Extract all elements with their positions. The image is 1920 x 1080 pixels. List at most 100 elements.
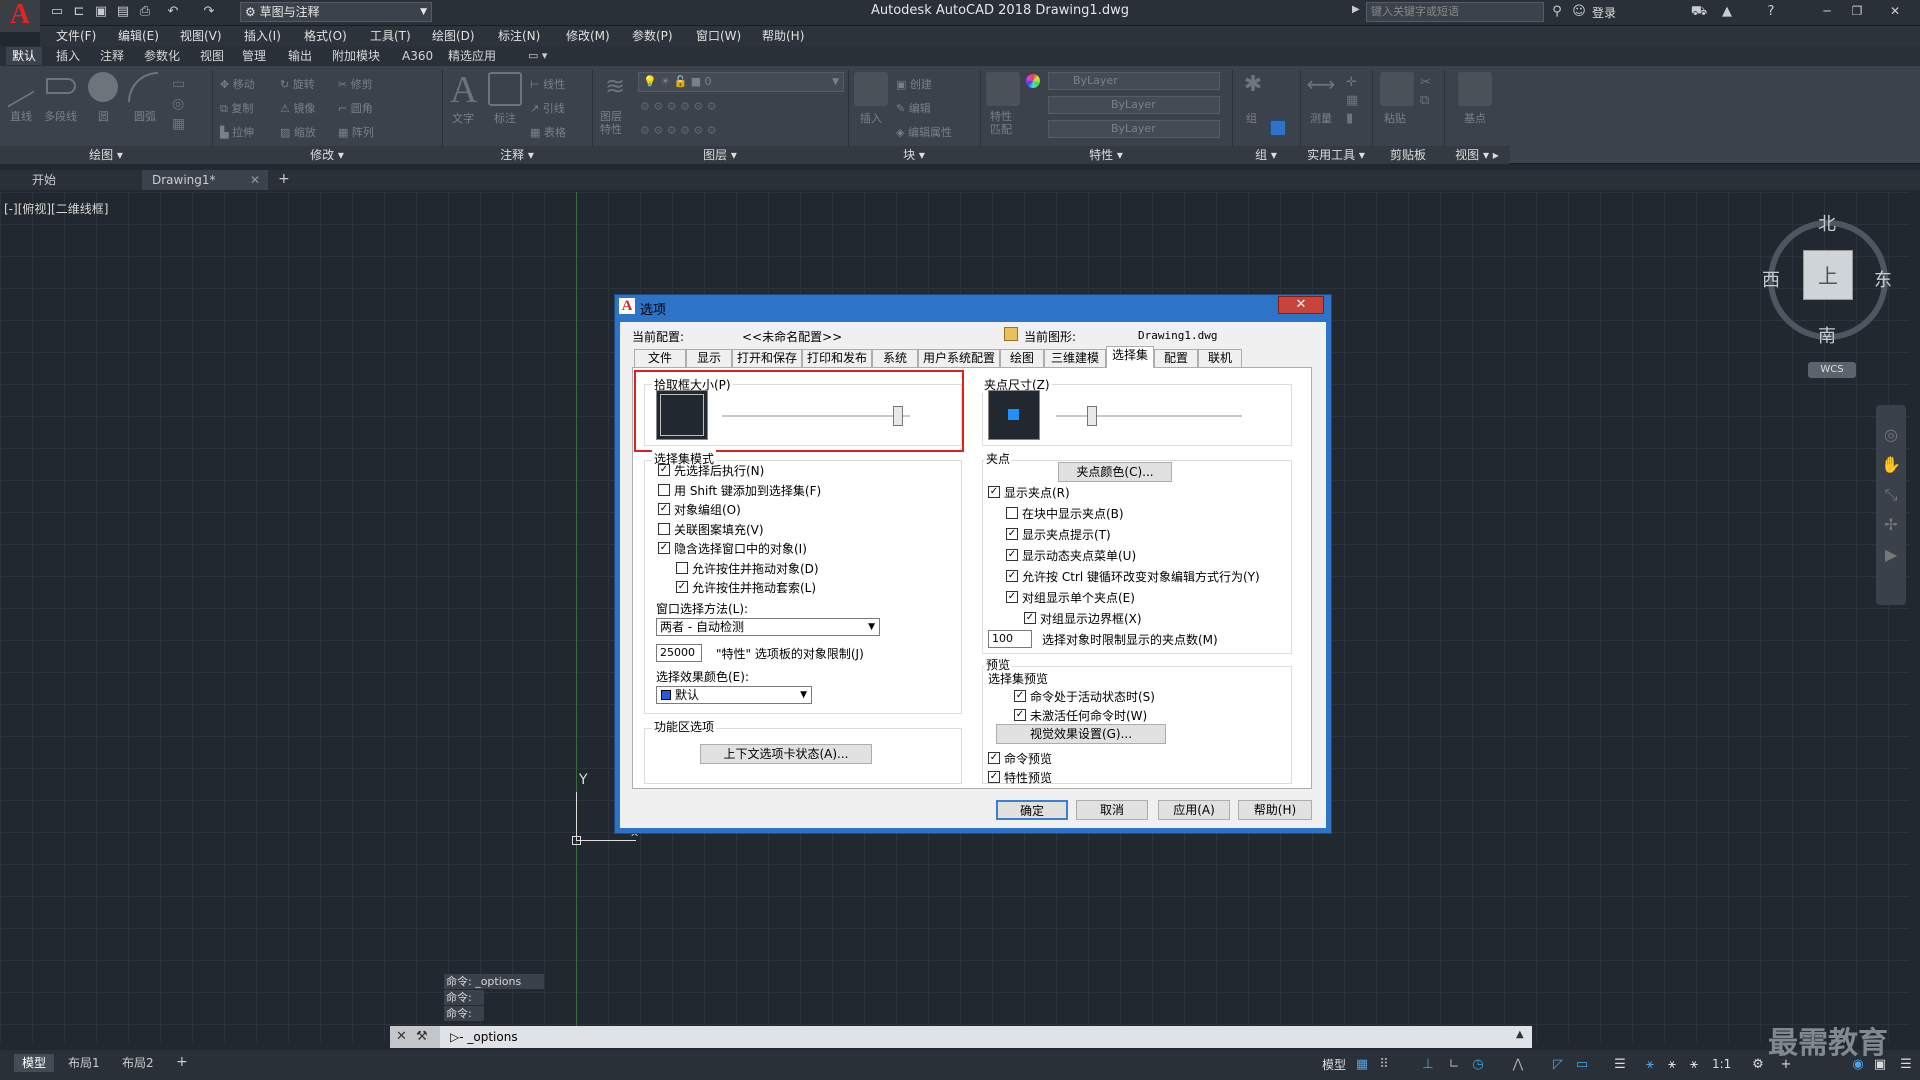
checkbox-label[interactable]: 允许按住并拖动对象(D) xyxy=(692,560,819,577)
checkbox-label[interactable]: 用 Shift 键添加到选择集(F) xyxy=(674,482,821,499)
checkbox[interactable]: ✓ xyxy=(1006,570,1018,582)
checkbox[interactable]: ✓ xyxy=(658,464,670,476)
visual-effects-button[interactable]: 视觉效果设置(G)... xyxy=(996,724,1166,744)
ribbon-panel-title[interactable]: 特性 ▾ xyxy=(980,146,1232,164)
utility-icons[interactable]: ✛ ▦ ▮ xyxy=(1346,74,1358,128)
checkbox-label[interactable]: 显示夹点(R) xyxy=(1004,484,1070,501)
checkbox-label[interactable]: 特性预览 xyxy=(1004,769,1052,786)
checkbox-label[interactable]: 关联图案填充(V) xyxy=(674,521,764,538)
paste-tool-label[interactable]: 粘贴 xyxy=(1384,110,1406,126)
layer-tool-row-1[interactable]: ⚙ ⚙ ⚙ ⚙ ⚙ ⚙ xyxy=(640,100,840,113)
chevron-right-icon[interactable]: ▶ xyxy=(1352,4,1362,15)
plot-icon[interactable]: ⎙ xyxy=(136,3,154,21)
contextual-tab-state-button[interactable]: 上下文选项卡状态(A)... xyxy=(700,744,872,764)
workspace-select[interactable]: ⚙ 草图与注释 ▼ xyxy=(240,2,432,22)
close-icon[interactable]: ✕ xyxy=(396,1029,407,1044)
circle-tool-label[interactable]: 圆 xyxy=(98,108,109,124)
menu-item-6[interactable]: 绘图(D) xyxy=(432,27,475,44)
ribbon-panel-title[interactable]: 图层 ▾ xyxy=(592,146,848,164)
file-tab-drawing1[interactable]: Drawing1* ✕ xyxy=(142,170,268,190)
close-button[interactable]: ✕ xyxy=(1880,0,1910,24)
apply-button[interactable]: 应用(A) xyxy=(1158,800,1230,820)
base-view-label[interactable]: 基点 xyxy=(1464,110,1486,126)
osnap-icon[interactable]: ◸ xyxy=(1550,1057,1566,1073)
restore-button[interactable]: ❐ xyxy=(1842,0,1872,24)
menu-item-2[interactable]: 视图(V) xyxy=(180,27,222,44)
checkbox-label[interactable]: 对象编组(O) xyxy=(674,501,741,518)
match-properties-label[interactable]: 特性匹配 xyxy=(990,110,1020,136)
annotation-visibility-icon[interactable]: ⚹ xyxy=(1664,1057,1680,1073)
dialog-tab-1[interactable]: 显示 xyxy=(686,349,732,367)
checkbox-label[interactable]: 显示夹点提示(T) xyxy=(1022,526,1111,543)
checkbox[interactable]: ✓ xyxy=(1014,709,1026,721)
checkbox-label[interactable]: 对组显示单个夹点(E) xyxy=(1022,589,1135,606)
copy-tool[interactable]: ⧉ 复制 xyxy=(220,100,253,116)
checkbox[interactable] xyxy=(676,561,688,574)
ribbon-tab-0[interactable]: 默认 xyxy=(6,47,43,65)
menu-item-3[interactable]: 插入(I) xyxy=(244,27,281,44)
application-menu-button[interactable]: A xyxy=(0,0,40,32)
edit-attributes-tool[interactable]: ◈ 编辑属性 xyxy=(896,124,952,140)
layer-properties-label[interactable]: 图层特性 xyxy=(600,110,630,136)
layer-dropdown[interactable]: 💡 ☀ 🔓 ■ 0 ▼ xyxy=(638,72,844,92)
measure-icon[interactable]: ⟷ xyxy=(1304,72,1338,106)
layout-tab-1[interactable]: 布局1 xyxy=(60,1054,108,1072)
checkbox-label[interactable]: 允许按住并拖动套索(L) xyxy=(692,579,816,596)
layer-properties-icon[interactable]: ≋ xyxy=(598,72,632,106)
checkbox-label[interactable]: 隐含选择窗口中的对象(I) xyxy=(674,540,807,557)
compass-north[interactable]: 北 xyxy=(1818,210,1836,236)
polyline-icon[interactable] xyxy=(46,78,76,94)
paste-icon[interactable] xyxy=(1380,72,1414,106)
search-input[interactable]: 键入关键字或短语 xyxy=(1366,2,1544,22)
ribbon-panel-title[interactable]: 绘图 ▾ xyxy=(0,146,212,164)
ribbon-tab-6[interactable]: 输出 xyxy=(282,47,318,65)
measure-tool-label[interactable]: 测量 xyxy=(1310,110,1332,126)
props-limit-input[interactable]: 25000 xyxy=(656,644,702,662)
mirror-tool[interactable]: ⚠ 镜像 xyxy=(280,100,315,116)
cart-icon[interactable]: ⛟ xyxy=(1690,3,1708,21)
checkbox[interactable] xyxy=(658,483,670,496)
menu-item-7[interactable]: 标注(N) xyxy=(498,27,540,44)
ribbon-panel-title[interactable]: 剪贴板 xyxy=(1372,146,1444,164)
isodraft-icon[interactable]: ⋀ xyxy=(1510,1057,1526,1073)
array-tool[interactable]: ▦ 阵列 xyxy=(338,124,374,140)
wcs-menu[interactable]: WCS xyxy=(1808,362,1856,378)
file-tab-start[interactable]: 开始 xyxy=(22,170,132,190)
ok-button[interactable]: 确定 xyxy=(996,800,1068,820)
ribbon-toggle-icon[interactable]: ▭ ▾ xyxy=(528,49,547,62)
ribbon-tab-3[interactable]: 参数化 xyxy=(138,47,186,65)
layer-tool-row-2[interactable]: ⚙ ⚙ ⚙ ⚙ ⚙ ⚙ xyxy=(640,124,840,137)
close-icon[interactable]: ✕ xyxy=(250,170,260,190)
checkbox-label[interactable]: 在块中显示夹点(B) xyxy=(1022,505,1124,522)
checkbox-label[interactable]: 命令处于活动状态时(S) xyxy=(1030,688,1155,705)
checkbox[interactable]: ✓ xyxy=(1014,690,1026,702)
dialog-tab-2[interactable]: 打开和保存 xyxy=(732,349,802,367)
dialog-tab-10[interactable]: 联机 xyxy=(1198,349,1242,367)
checkbox[interactable]: ✓ xyxy=(676,581,688,593)
rotate-tool[interactable]: ↻ 旋转 xyxy=(280,76,315,92)
checkbox[interactable]: ✓ xyxy=(1006,528,1018,540)
fillet-tool[interactable]: ⌐ 圆角 xyxy=(338,100,373,116)
compass-south[interactable]: 南 xyxy=(1818,322,1836,348)
checkbox[interactable]: ✓ xyxy=(988,771,1000,783)
lineweight-icon[interactable]: ☰ xyxy=(1612,1057,1628,1073)
polyline-tool-label[interactable]: 多段线 xyxy=(44,108,77,124)
command-line-input[interactable]: ▷- _options xyxy=(390,1026,1532,1048)
help-icon[interactable]: ? xyxy=(1762,3,1780,21)
save-as-icon[interactable]: ▤ xyxy=(114,3,132,21)
dialog-tab-3[interactable]: 打印和发布 xyxy=(802,349,872,367)
grip-limit-input[interactable]: 100 xyxy=(988,630,1032,648)
insert-label[interactable]: 插入 xyxy=(860,110,882,126)
dialog-tab-0[interactable]: 文件 xyxy=(634,349,686,367)
ribbon-tab-7[interactable]: 附加模块 xyxy=(326,47,386,65)
match-properties-icon[interactable] xyxy=(986,72,1020,106)
dialog-tab-5[interactable]: 用户系统配置 xyxy=(918,349,1000,367)
dimension-tool-label[interactable]: 标注 xyxy=(494,110,516,126)
ribbon-tab-8[interactable]: A360 xyxy=(396,47,439,65)
menu-item-10[interactable]: 窗口(W) xyxy=(696,27,741,44)
minimize-button[interactable]: ─ xyxy=(1812,0,1842,24)
checkbox-label[interactable]: 对组显示边界框(X) xyxy=(1040,610,1142,627)
draw-extra-icons[interactable]: ▭ ◎ ▦ xyxy=(172,74,188,134)
leader-tool[interactable]: ↗ 引线 xyxy=(530,100,565,116)
dialog-tab-4[interactable]: 系统 xyxy=(872,349,918,367)
